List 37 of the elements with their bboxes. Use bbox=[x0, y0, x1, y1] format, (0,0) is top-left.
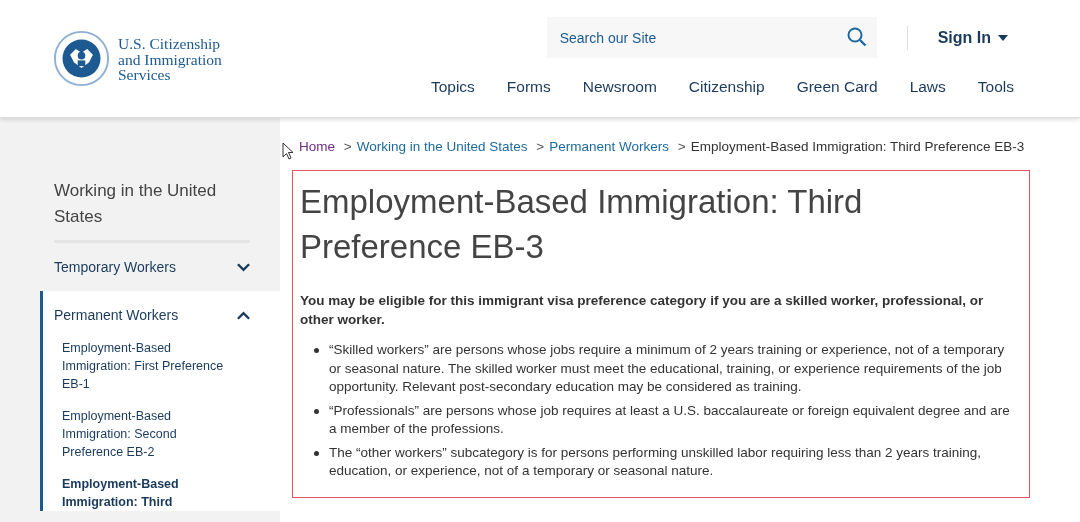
bullet-text: The “other workers” subcategory is for persons performing unskilled labor requiring less than 2 years training, education, or experience, not of a temporary or seasonal nature. bbox=[329, 443, 983, 480]
bullet-text: “Skilled workers” are persons whose jobs require a minimum of 2 years training or experience, not of a temporary or seasonal nature. The skilled worker must meet the educational, training, or experience requirements of the job opportunity. Relevant post-secondary education may be considered as training. bbox=[329, 341, 1006, 396]
search-icon[interactable] bbox=[846, 27, 867, 47]
seal-icon[interactable] bbox=[53, 30, 110, 87]
nav-link[interactable]: Laws bbox=[909, 78, 946, 96]
bullet-icon bbox=[314, 348, 319, 353]
caret-icon[interactable] bbox=[998, 34, 1008, 41]
cursor-icon bbox=[282, 142, 294, 160]
nav-link[interactable]: Tools bbox=[977, 78, 1014, 96]
agency-name[interactable]: U.S. Citizenship and Immigration Services bbox=[118, 30, 222, 83]
bullet-text: “Professionals” are persons whose job requires at least a U.S. baccalaureate or foreign equivalent degree and are a member of the professions. bbox=[329, 401, 1011, 438]
sign-in-button[interactable]: Sign In bbox=[937, 28, 1008, 47]
chevron-down-icon[interactable] bbox=[237, 262, 250, 272]
breadcrumb-separator: > bbox=[343, 139, 352, 154]
nav-link[interactable]: Newsroom bbox=[582, 78, 657, 96]
sidebar-subitem[interactable]: Employment-Based Immigration: Second Preference EB-2 bbox=[62, 407, 230, 461]
breadcrumb-link[interactable]: Working in the United States bbox=[356, 139, 528, 154]
sidebar-subitem[interactable]: Employment-Based Immigration: First Preference EB-1 bbox=[62, 339, 230, 393]
breadcrumb-separator: > bbox=[536, 139, 545, 154]
breadcrumb-current: Employment-Based Immigration: Third Preference EB-3 bbox=[690, 139, 1025, 154]
nav-link[interactable]: Forms bbox=[506, 78, 551, 96]
nav-link[interactable]: Topics bbox=[430, 78, 475, 96]
breadcrumb-link[interactable]: Permanent Workers bbox=[549, 139, 669, 154]
intro-text: You may be eligible for this immigrant visa preference category if you are a skilled worker, professional, or other worker. bbox=[300, 292, 985, 329]
breadcrumb-separator: > bbox=[677, 139, 686, 154]
nav-link[interactable]: Citizenship bbox=[688, 78, 765, 96]
bullet-icon bbox=[314, 408, 319, 414]
breadcrumb-link[interactable]: Home bbox=[299, 139, 335, 154]
sidebar-subitem[interactable]: Employment-Based Immigration: Third bbox=[62, 475, 230, 511]
search-field[interactable]: Search our Site bbox=[546, 17, 877, 58]
bullet-icon bbox=[314, 450, 319, 456]
sidebar-item[interactable]: Temporary Workers bbox=[54, 259, 176, 275]
page-title: Employment-Based Immigration: Third Preference EB-3 bbox=[300, 182, 864, 267]
sidebar-title: Working in the United States bbox=[54, 180, 218, 228]
nav-link[interactable]: Green Card bbox=[796, 78, 878, 96]
sidebar-item[interactable]: Permanent Workers bbox=[54, 307, 179, 323]
chevron-up-icon[interactable] bbox=[237, 310, 250, 320]
